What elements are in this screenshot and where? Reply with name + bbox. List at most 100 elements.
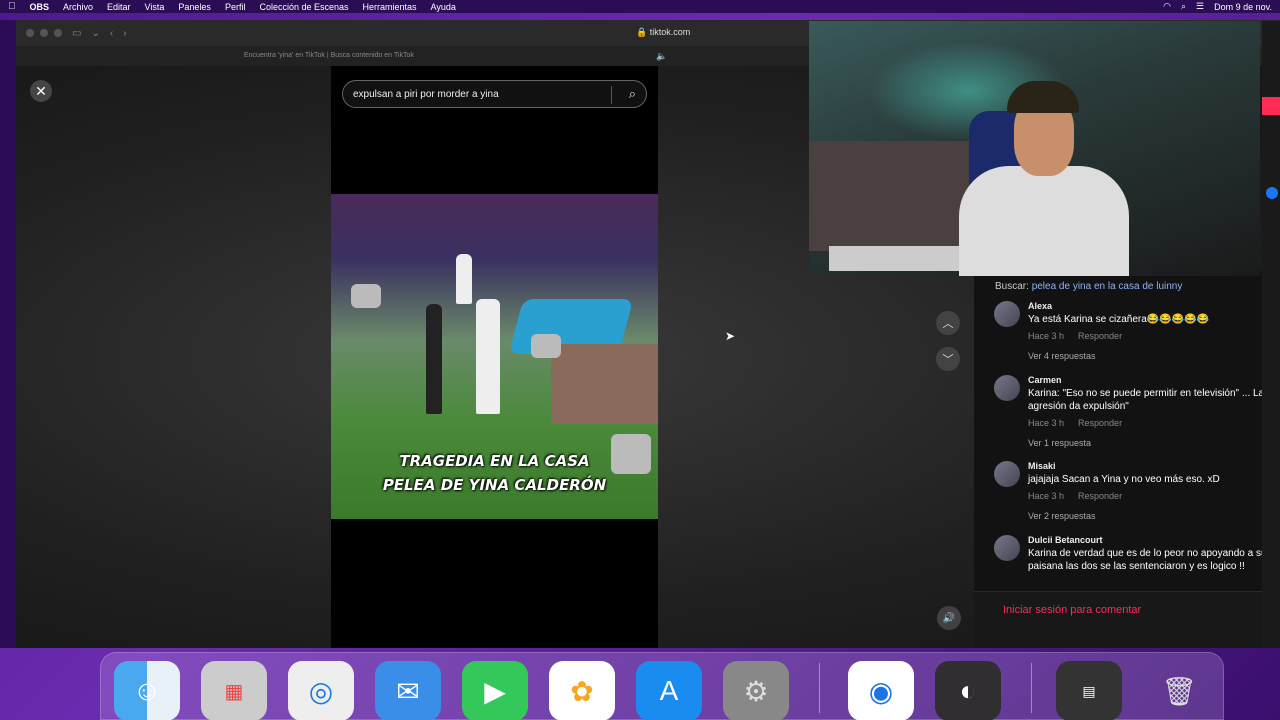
dock-divider	[819, 663, 820, 713]
mouse-cursor-icon: ➤	[725, 329, 736, 343]
buscar-label: Buscar:	[995, 281, 1029, 292]
video-column: expulsan a piri por morder a yina ⌕ TRAG…	[331, 66, 658, 648]
speaker-icon[interactable]: 🔈	[656, 51, 667, 62]
apple-menu-icon[interactable]: 	[8, 1, 16, 12]
app-store-icon[interactable]: A	[636, 661, 702, 720]
comment-author[interactable]: Alexa	[1028, 301, 1278, 311]
sidebar-icon[interactable]: ▭	[72, 28, 81, 39]
app-menu[interactable]: OBS	[30, 2, 50, 12]
comment-text: Karina: "Eso no se puede permitir en tel…	[1028, 388, 1265, 412]
forward-icon[interactable]: ›	[123, 28, 126, 39]
menu-archivo[interactable]: Archivo	[63, 2, 93, 12]
menu-coleccion-escenas[interactable]: Colección de Escenas	[259, 2, 348, 12]
deck-image	[551, 344, 658, 424]
clock[interactable]: Dom 9 de nov.	[1214, 2, 1272, 12]
video-caption-line2: PELEA DE YINA CALDERÓN	[382, 476, 607, 494]
chevron-up-icon: ︿	[942, 318, 954, 330]
close-icon: ✕	[35, 82, 47, 99]
view-replies-button[interactable]: Ver 2 respuestas	[1028, 511, 1278, 521]
menu-herramientas[interactable]: Herramientas	[363, 2, 417, 12]
video-caption-line1: TRAGEDIA EN LA CASA	[399, 452, 590, 470]
back-icon[interactable]: ‹	[110, 28, 113, 39]
close-button[interactable]: ✕	[30, 80, 52, 102]
tiktok-badge-icon	[1262, 97, 1280, 115]
address-bar[interactable]: 🔒 tiktok.com	[636, 27, 690, 38]
comment-author[interactable]: Misaki	[1028, 461, 1278, 471]
facebook-icon	[1266, 187, 1278, 199]
chevron-down-icon[interactable]: ⌄	[91, 28, 99, 39]
photos-icon[interactable]: ✿	[549, 661, 615, 720]
chevron-down-icon: ﹀	[942, 354, 954, 366]
previous-video-button[interactable]: ︿	[936, 311, 960, 335]
finder-icon[interactable]: ☺	[114, 661, 180, 720]
comments-panel: Buscar: pelea de yina en la casa de luin…	[974, 271, 1280, 648]
related-search-query[interactable]: pelea de yina en la casa de luinny	[1032, 281, 1183, 292]
menu-editar[interactable]: Editar	[107, 2, 131, 12]
zoom-window-button[interactable]	[54, 29, 62, 37]
menu-vista[interactable]: Vista	[145, 2, 165, 12]
avatar[interactable]	[994, 375, 1020, 401]
avatar[interactable]	[994, 461, 1020, 487]
comment-login-bar: Iniciar sesión para comentar	[974, 591, 1280, 648]
avatar[interactable]	[994, 301, 1020, 327]
reply-button[interactable]: Responder	[1078, 331, 1122, 341]
keyboard-image	[829, 246, 959, 271]
dock-divider	[1031, 663, 1032, 713]
search-icon[interactable]: ⌕	[629, 86, 636, 102]
search-divider	[611, 86, 612, 104]
comment-text: Karina de verdad que es de lo peor no ap…	[1028, 548, 1267, 572]
reply-button[interactable]: Responder	[1078, 418, 1122, 428]
reply-button[interactable]: Responder	[1078, 491, 1122, 501]
search-value: expulsan a piri por morder a yina	[353, 88, 499, 100]
menu-ayuda[interactable]: Ayuda	[431, 2, 456, 12]
comment-text: Ya está Karina se cizañera😂😂😂😂😂	[1028, 314, 1210, 325]
comment-text: jajajaja Sacan a Yina y no veo más eso. …	[1028, 474, 1220, 485]
tab-title[interactable]: Encuentra 'yina' en TikTok | Busca conte…	[244, 52, 414, 59]
dock: ☺ ▦ ◎ ✉ ▶ ✿ A ⚙ ◉ ◐ ▤ 🗑	[100, 652, 1224, 720]
next-video-button[interactable]: ﹀	[936, 347, 960, 371]
comment-time: Hace 3 h	[1028, 491, 1065, 501]
login-to-comment-button[interactable]: Iniciar sesión para comentar	[1003, 604, 1141, 616]
search-input[interactable]: expulsan a piri por morder a yina ⌕	[342, 80, 647, 108]
person-image	[456, 254, 472, 304]
related-search[interactable]: Buscar: pelea de yina en la casa de luin…	[995, 281, 1182, 292]
url-text: tiktok.com	[649, 27, 691, 37]
comment-author[interactable]: Carmen	[1028, 375, 1278, 385]
trash-icon[interactable]: 🗑	[1146, 661, 1212, 720]
menu-bar:  OBS Archivo Editar Vista Paneles Perfi…	[0, 0, 1280, 13]
chrome-icon[interactable]: ◉	[848, 661, 914, 720]
chair-image	[351, 284, 381, 308]
person-image	[476, 299, 500, 414]
close-window-button[interactable]	[26, 29, 34, 37]
comment-author[interactable]: Dulcii Betancourt	[1028, 535, 1278, 545]
menu-paneles[interactable]: Paneles	[178, 2, 211, 12]
background-window-edge	[1262, 21, 1280, 648]
desktop-left-edge	[0, 20, 16, 648]
view-replies-button[interactable]: Ver 4 respuestas	[1028, 351, 1278, 361]
search-icon[interactable]: ⌕	[1181, 1, 1186, 12]
chair-image	[531, 334, 561, 358]
obs-icon[interactable]: ◐	[935, 661, 1001, 720]
person-image	[426, 304, 442, 414]
person-torso-image	[959, 166, 1129, 276]
comment-time: Hace 3 h	[1028, 331, 1065, 341]
menu-perfil[interactable]: Perfil	[225, 2, 246, 12]
status-area: ◠ ⌕ ☰ Dom 9 de nov.	[1163, 1, 1272, 12]
comment-time: Hace 3 h	[1028, 418, 1065, 428]
mail-icon[interactable]: ✉	[375, 661, 441, 720]
webcam-overlay	[809, 21, 1260, 276]
view-replies-button[interactable]: Ver 1 respuesta	[1028, 438, 1278, 448]
window-thumbnail-icon[interactable]: ▤	[1056, 661, 1122, 720]
minimize-window-button[interactable]	[40, 29, 48, 37]
volume-icon: 🔊	[942, 612, 956, 624]
control-center-icon[interactable]: ☰	[1196, 1, 1204, 12]
system-settings-icon[interactable]: ⚙	[723, 661, 789, 720]
safari-icon[interactable]: ◎	[288, 661, 354, 720]
launchpad-icon[interactable]: ▦	[201, 661, 267, 720]
avatar[interactable]	[994, 535, 1020, 561]
volume-button[interactable]: 🔊	[937, 606, 961, 630]
window-controls	[26, 29, 62, 37]
facetime-icon[interactable]: ▶	[462, 661, 528, 720]
wifi-icon[interactable]: ◠	[1163, 1, 1171, 12]
video-player[interactable]: TRAGEDIA EN LA CASA PELEA DE YINA CALDER…	[331, 194, 658, 519]
